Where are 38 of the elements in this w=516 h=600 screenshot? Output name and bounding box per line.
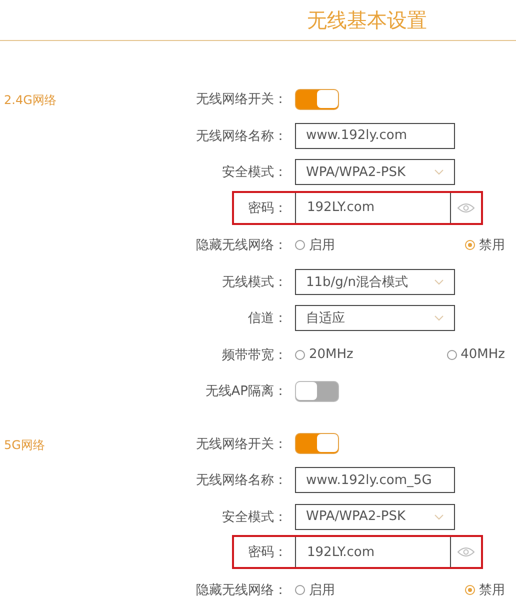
chevron-down-icon [434,315,444,322]
field-label: 无线网络名称： [195,472,287,490]
select-field[interactable]: WPA/WPA2-PSK [295,504,455,530]
section-label: 2.4G网络 [4,92,56,109]
field-label: 密码： [247,200,287,216]
radio-option[interactable]: 禁用 [465,236,505,254]
field-label: 无线网络开关： [195,91,287,108]
field-label: 安全模式： [221,508,287,526]
field-label: 隐藏无线网络： [195,237,287,254]
password-field[interactable]: 192LY.com [295,537,451,567]
field-label: 信道： [247,310,287,328]
field-label: 安全模式： [221,164,287,182]
select-field[interactable]: 自适应 [295,305,455,332]
field-label: 无线模式： [221,274,287,291]
input-field[interactable]: www.192ly.com [295,122,455,149]
chevron-down-icon [434,514,444,520]
toggle-switch[interactable] [295,88,339,110]
toggle-switch[interactable] [295,433,339,454]
radio-option[interactable]: 启用 [295,580,335,599]
chevron-down-icon [434,278,444,285]
password-field[interactable]: 192LY.com [295,192,451,222]
input-field[interactable]: www.192ly.com_5G [295,467,455,494]
radio-option[interactable]: 20MHz [295,347,354,362]
field-label: 无线网络开关： [195,436,287,453]
radio-option[interactable]: 40MHz [446,347,505,362]
select-field[interactable]: 11b/g/n混合模式 [295,268,455,295]
radio-option[interactable]: 禁用 [465,580,505,599]
field-label: 无线AP隔离： [204,383,287,400]
page-title: 无线基本设置 [307,6,427,34]
field-label: 密码： [247,544,287,561]
field-label: 无线网络名称： [195,128,287,145]
toggle-switch[interactable] [295,380,339,402]
field-label: 频带带宽： [221,346,287,364]
select-field[interactable]: WPA/WPA2-PSK [295,159,455,186]
field-label: 隐藏无线网络： [195,582,287,599]
chevron-down-icon [434,169,444,176]
radio-option[interactable]: 启用 [295,236,335,254]
section-label: 5G网络 [4,436,45,454]
